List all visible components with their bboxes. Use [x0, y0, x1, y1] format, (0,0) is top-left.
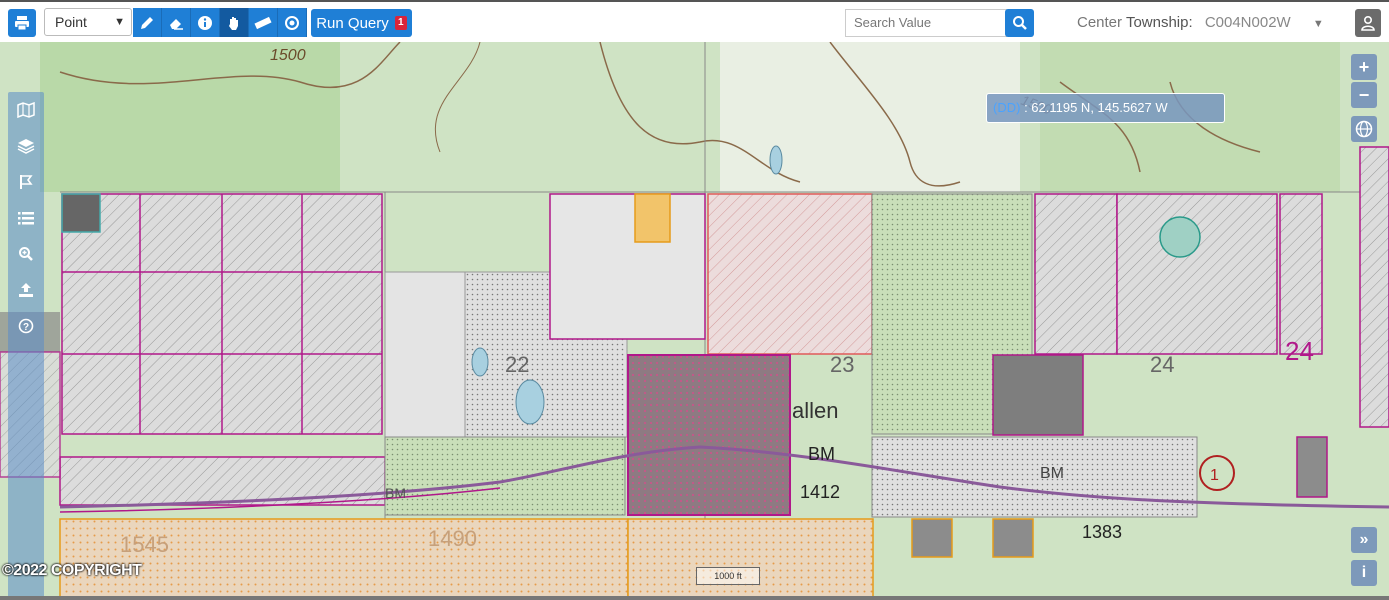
draw-mode-value: Point — [55, 14, 87, 30]
svg-text:1: 1 — [1210, 467, 1219, 484]
target-icon — [285, 15, 299, 30]
township-selector[interactable]: Center Township: C004N002W ▼ — [1077, 14, 1324, 31]
township-prefix: Center — [1077, 14, 1123, 31]
globe-icon — [1355, 120, 1373, 138]
locate-button[interactable] — [278, 8, 307, 37]
coordinate-readout: (DD) : 62.1195 N, 145.5627 W — [986, 93, 1225, 123]
basemap-button[interactable] — [1351, 116, 1377, 142]
query-count-badge: 1 — [394, 16, 407, 30]
search-input[interactable]: Search Value — [845, 9, 1007, 37]
map-icon[interactable] — [16, 100, 36, 120]
search-button[interactable] — [1005, 9, 1034, 37]
plus-icon: + — [1358, 56, 1370, 77]
contour-label: 1500 — [270, 47, 306, 64]
chevron-down-icon: ▼ — [114, 16, 125, 28]
search-icon — [1012, 16, 1027, 30]
print-icon — [15, 16, 29, 31]
user-icon — [1361, 15, 1375, 31]
place-name: allen — [792, 398, 838, 423]
expand-panel-button[interactable]: » — [1351, 527, 1377, 553]
township-label: Township: — [1125, 14, 1193, 31]
scale-bar: 1000 ft — [696, 567, 760, 585]
draw-tools — [133, 8, 307, 37]
measure-button[interactable] — [249, 8, 278, 37]
draw-button[interactable] — [133, 8, 162, 37]
search-placeholder: Search Value — [854, 15, 932, 30]
benchmark-label: BM — [385, 485, 406, 501]
elevation-label: 1412 — [800, 482, 840, 502]
run-query-label: Run Query — [316, 14, 389, 32]
pan-button[interactable] — [220, 8, 249, 37]
info-icon: i — [1361, 564, 1367, 581]
flag-icon[interactable] — [16, 172, 36, 192]
layers-icon[interactable] — [16, 136, 36, 156]
info-icon — [198, 15, 212, 30]
map-image[interactable]: 1500 1500 22 23 24 24 allen BM 1412 BM B… — [0, 42, 1389, 600]
benchmark-label: BM — [1040, 465, 1064, 482]
map-info-button[interactable]: i — [1351, 560, 1377, 586]
coordinate-system: (DD) — [993, 100, 1021, 115]
top-toolbar: Point ▼ Run Query 1 Search Value Center — [0, 0, 1389, 42]
run-query-button[interactable]: Run Query 1 — [311, 9, 412, 37]
erase-button[interactable] — [162, 8, 191, 37]
double-chevron-icon: » — [1359, 531, 1369, 548]
copyright-text: ©2022 COPYRIGHT — [2, 562, 142, 579]
print-button[interactable] — [8, 9, 36, 37]
user-button[interactable] — [1355, 9, 1381, 37]
township-value: C004N002W — [1204, 14, 1291, 31]
contour-label: 1545 — [120, 532, 169, 557]
coordinate-value: : 62.1195 N, 145.5627 W — [1024, 100, 1168, 115]
map-canvas[interactable]: 1500 1500 22 23 24 24 allen BM 1412 BM B… — [0, 42, 1389, 600]
svg-text:?: ? — [23, 322, 29, 333]
eraser-icon — [170, 18, 183, 30]
hand-icon — [229, 16, 238, 30]
section-number: 22 — [505, 352, 529, 377]
bottom-border — [0, 596, 1389, 600]
elevation-label: 1383 — [1082, 522, 1122, 542]
measure-icon — [254, 16, 272, 29]
pencil-icon — [141, 16, 153, 29]
left-sidebar: ? — [8, 92, 44, 600]
section-number: 23 — [830, 352, 854, 377]
zoom-in-button[interactable]: + — [1351, 54, 1377, 80]
list-icon[interactable] — [16, 208, 36, 228]
zoom-icon[interactable] — [16, 244, 36, 264]
chevron-down-icon: ▼ — [1312, 18, 1324, 30]
zoom-out-button[interactable]: − — [1351, 82, 1377, 108]
minus-icon: − — [1358, 84, 1370, 105]
draw-mode-select[interactable]: Point ▼ — [44, 8, 132, 36]
identify-button[interactable] — [191, 8, 220, 37]
scale-label: 1000 ft — [714, 571, 742, 581]
help-icon[interactable]: ? — [16, 316, 36, 336]
benchmark-label: BM — [808, 444, 835, 464]
contour-label: 1490 — [428, 526, 477, 551]
section-number: 24 — [1285, 336, 1314, 366]
section-number: 24 — [1150, 352, 1174, 377]
upload-icon[interactable] — [16, 280, 36, 300]
